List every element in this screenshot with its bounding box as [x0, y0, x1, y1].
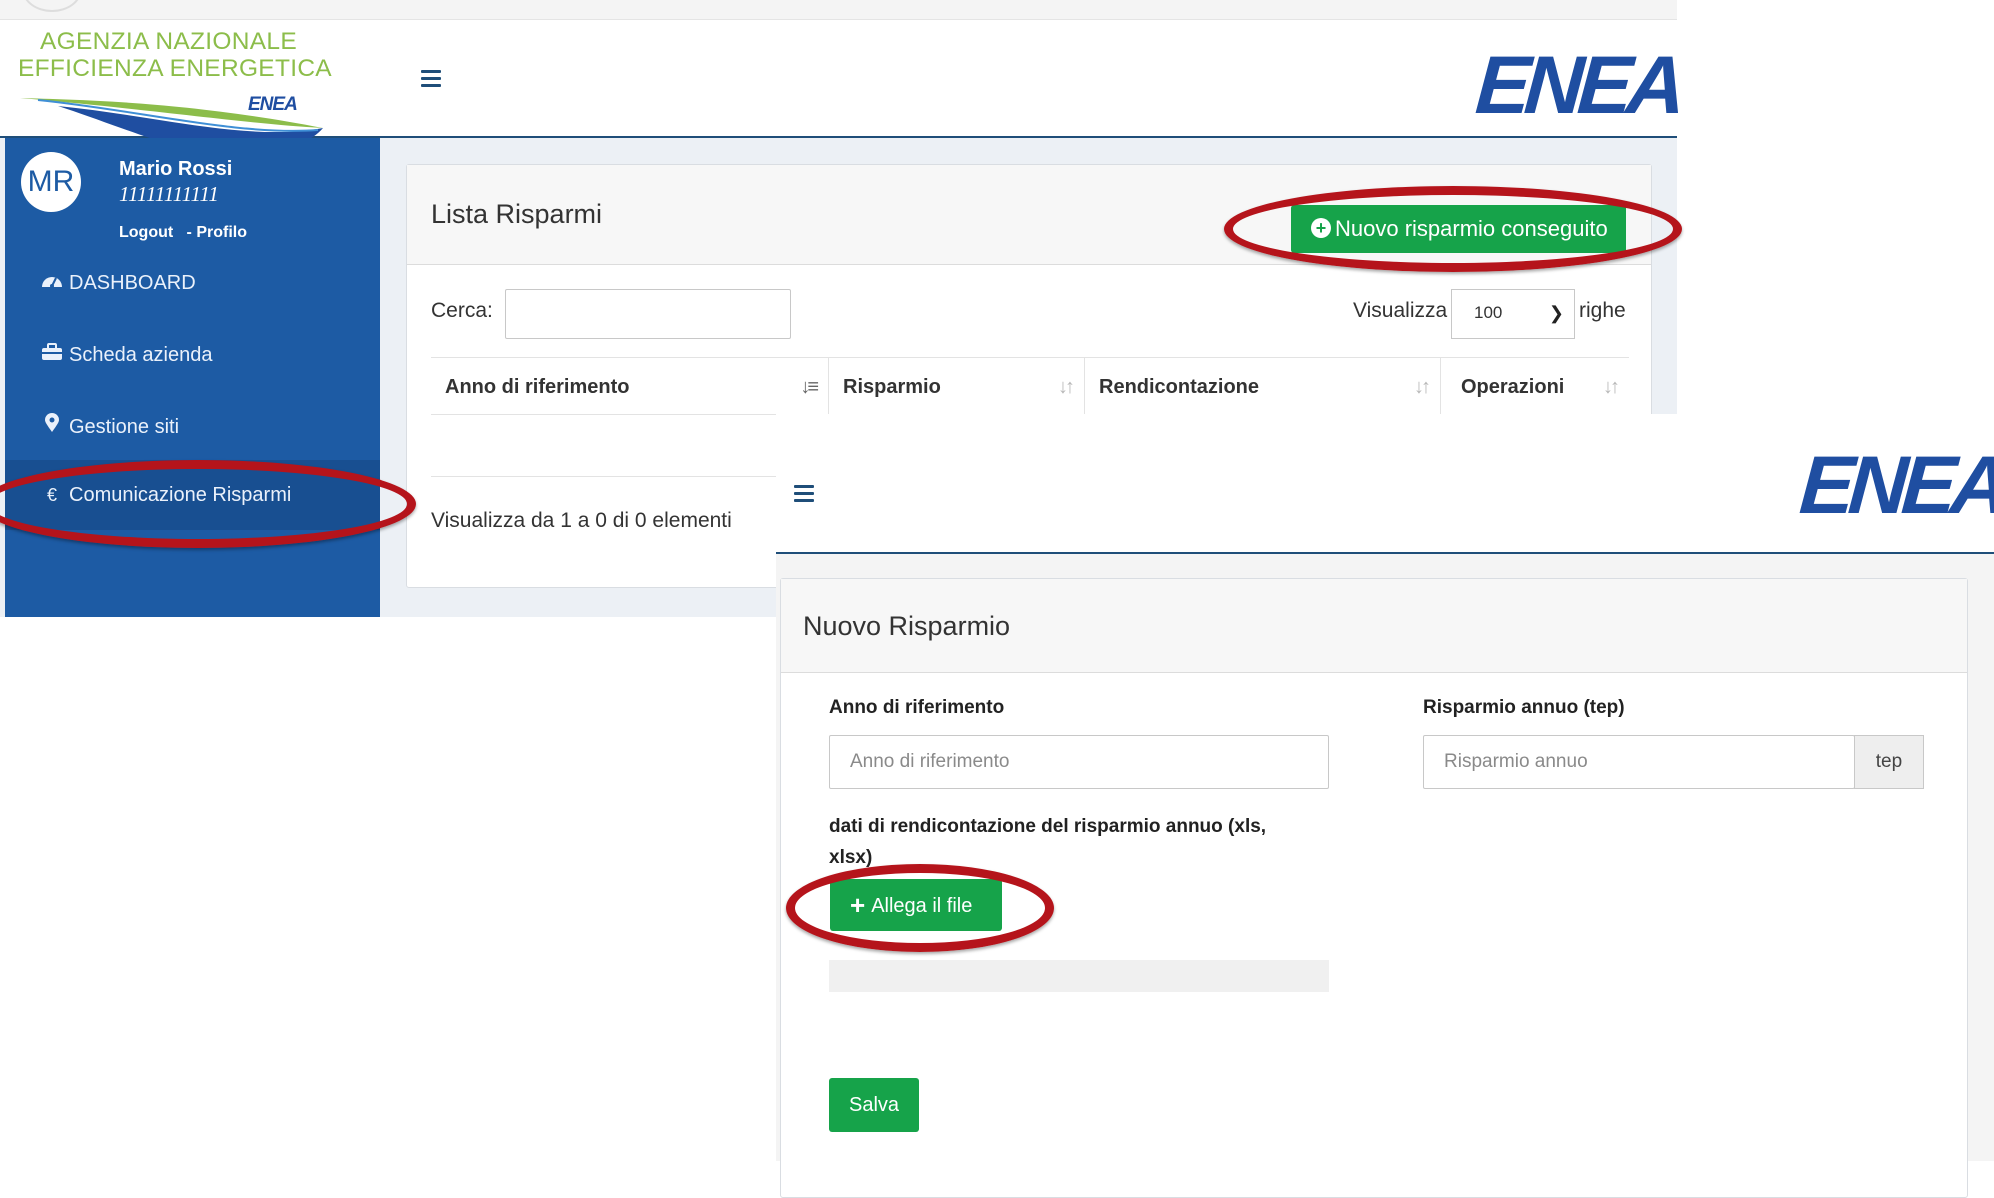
dashboard-icon: [39, 254, 65, 312]
save-button[interactable]: Salva: [829, 1078, 919, 1132]
nuovo-risparmio-label: Nuovo risparmio conseguito: [1335, 216, 1608, 241]
table-header: Anno di riferimento ↓≡ Risparmio ↓↑ Rend…: [431, 357, 1629, 416]
rows-per-page-select[interactable]: 100 ❯: [1451, 289, 1575, 339]
sidebar-item-scheda-azienda[interactable]: Scheda azienda: [5, 326, 380, 384]
search-label: Cerca:: [431, 299, 493, 322]
avatar[interactable]: MR: [21, 152, 81, 212]
sidebar: MR Mario Rossi 11111111111 Logout - Prof…: [5, 138, 380, 617]
sidebar-item-label: Comunicazione Risparmi: [69, 484, 292, 506]
agency-logo[interactable]: AGENZIA NAZIONALE EFFICIENZA ENERGETICA …: [18, 28, 338, 157]
column-header-risparmio[interactable]: Risparmio ↓↑: [829, 358, 1085, 416]
user-code: 11111111111: [119, 182, 219, 206]
plus-icon: +: [850, 890, 866, 920]
allega-file-button[interactable]: + Allega il file: [830, 879, 1002, 931]
table-info: Visualizza da 1 a 0 di 0 elementi: [431, 509, 732, 532]
logo-line2: EFFICIENZA ENERGETICA: [18, 55, 332, 82]
briefcase-icon: [39, 326, 65, 384]
chevron-down-icon: ❯: [1548, 303, 1564, 323]
sort-icon: ↓↑: [1603, 376, 1620, 398]
logo-mini-brand: ENEA: [248, 94, 298, 115]
map-marker-icon: [39, 398, 65, 456]
sort-desc-icon: ↓≡: [800, 376, 819, 398]
user-links: Logout - Profilo: [119, 224, 247, 242]
year-input[interactable]: Anno di riferimento: [829, 735, 1329, 789]
euro-icon: €: [46, 485, 57, 505]
column-header-rendicontazione[interactable]: Rendicontazione ↓↑: [1085, 358, 1441, 416]
year-placeholder: Anno di riferimento: [850, 751, 1010, 772]
year-label: Anno di riferimento: [829, 697, 1005, 718]
show-label: Visualizza: [1353, 299, 1448, 322]
nuovo-risparmio-panel: Nuovo Risparmio Anno di riferimento Anno…: [780, 578, 1968, 1198]
enea-logo[interactable]: ENEA: [1473, 36, 1684, 136]
sidebar-item-label: Gestione siti: [69, 416, 180, 438]
sidebar-item-comunicazione-risparmi[interactable]: € Comunicazione Risparmi: [5, 460, 380, 530]
column-header-anno[interactable]: Anno di riferimento ↓≡: [431, 358, 829, 416]
plus-circle-icon: +: [1311, 218, 1331, 238]
app-header: ENEA: [776, 414, 1994, 554]
saving-label: Risparmio annuo (tep): [1423, 697, 1625, 718]
logo-line1: AGENZIA NAZIONALE: [40, 28, 297, 55]
rows-per-page-value: 100: [1474, 303, 1503, 322]
saving-placeholder: Risparmio annuo: [1444, 751, 1588, 772]
user-name: Mario Rossi: [119, 158, 233, 180]
sidebar-item-gestione-siti[interactable]: Gestione siti: [5, 398, 380, 456]
enea-logo[interactable]: ENEA: [1797, 436, 1994, 536]
saving-input[interactable]: Risparmio annuo: [1423, 735, 1855, 789]
browser-top-strip: [0, 0, 1677, 20]
rows-label: righe: [1579, 299, 1626, 322]
nuovo-risparmio-button[interactable]: + Nuovo risparmio conseguito: [1291, 205, 1626, 253]
page-title: Lista Risparmi: [431, 199, 603, 229]
allega-file-label: Allega il file: [871, 895, 973, 917]
search-input[interactable]: [505, 289, 791, 339]
app-header: AGENZIA NAZIONALE EFFICIENZA ENERGETICA …: [0, 20, 1683, 157]
column-header-operazioni[interactable]: Operazioni ↓↑: [1441, 358, 1629, 416]
hamburger-menu-icon[interactable]: [794, 485, 814, 503]
panel-header: Nuovo Risparmio: [781, 579, 1967, 673]
page-title: Nuovo Risparmio: [803, 611, 1011, 641]
sidebar-item-label: DASHBOARD: [69, 272, 196, 294]
sort-icon: ↓↑: [1058, 376, 1075, 398]
sidebar-item-dashboard[interactable]: DASHBOARD: [5, 254, 380, 312]
top-circle-decoration: [22, 0, 82, 12]
screen-nuovo-risparmio: ENEA Nuovo Risparmio Anno di riferimento…: [776, 414, 1994, 1198]
file-label: dati di rendicontazione del risparmio an…: [829, 816, 1267, 868]
saving-unit-addon: tep: [1854, 735, 1924, 789]
logout-link[interactable]: Logout: [119, 224, 173, 241]
sort-icon: ↓↑: [1414, 376, 1431, 398]
profile-link[interactable]: - Profilo: [187, 224, 247, 241]
upload-progress-bar: [829, 960, 1329, 992]
hamburger-menu-icon[interactable]: [421, 70, 441, 88]
sidebar-item-label: Scheda azienda: [69, 344, 213, 366]
panel-header: Lista Risparmi + Nuovo risparmio consegui…: [407, 165, 1651, 265]
